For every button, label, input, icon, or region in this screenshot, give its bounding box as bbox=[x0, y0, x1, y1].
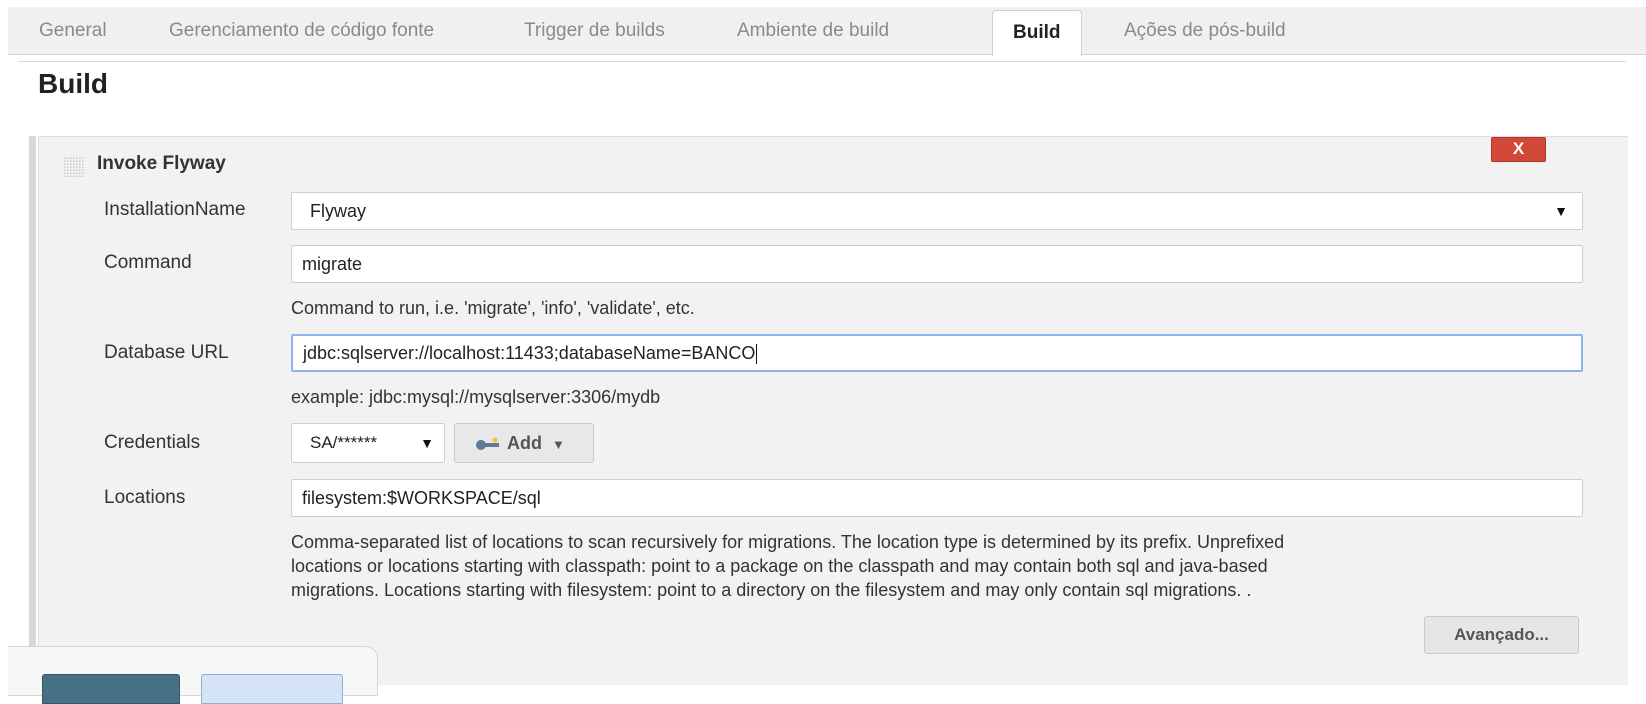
tab-build-environment[interactable]: Ambiente de build bbox=[737, 7, 889, 55]
installation-name-label: InstallationName bbox=[104, 199, 246, 220]
tab-build[interactable]: Build bbox=[992, 10, 1082, 56]
command-label: Command bbox=[104, 252, 192, 273]
tab-general[interactable]: General bbox=[39, 7, 107, 55]
add-credentials-label: Add bbox=[507, 433, 542, 453]
installation-name-value: Flyway bbox=[310, 201, 367, 221]
installation-name-select[interactable]: Flyway ▼ bbox=[291, 192, 1583, 230]
dropdown-arrow-icon: ▼ bbox=[420, 435, 434, 451]
database-url-value: jdbc:sqlserver://localhost:11433;databas… bbox=[303, 343, 756, 363]
save-button[interactable] bbox=[42, 674, 180, 704]
add-credentials-button[interactable]: Add ▼ bbox=[454, 423, 594, 463]
credentials-value: SA/****** bbox=[310, 433, 378, 452]
section-title: Build bbox=[38, 68, 108, 99]
command-value: migrate bbox=[302, 254, 363, 274]
database-url-help: example: jdbc:mysql://mysqlserver:3306/m… bbox=[291, 387, 661, 407]
divider bbox=[18, 61, 1626, 62]
database-url-label: Database URL bbox=[104, 342, 229, 363]
locations-label: Locations bbox=[104, 487, 186, 508]
command-help: Command to run, i.e. 'migrate', 'info', … bbox=[291, 298, 695, 318]
delete-step-button[interactable]: X bbox=[1491, 137, 1546, 162]
database-url-input[interactable]: jdbc:sqlserver://localhost:11433;databas… bbox=[291, 334, 1583, 372]
apply-button[interactable] bbox=[201, 674, 343, 704]
key-icon bbox=[475, 433, 507, 453]
section-left-bar bbox=[29, 136, 36, 685]
tab-build-triggers[interactable]: Trigger de builds bbox=[524, 7, 665, 55]
build-step-title: Invoke Flyway bbox=[97, 153, 226, 174]
credentials-select[interactable]: SA/****** ▼ bbox=[291, 423, 445, 463]
advanced-button[interactable]: Avançado... bbox=[1424, 616, 1579, 654]
chevron-down-icon: ▼ bbox=[552, 437, 565, 452]
locations-value: filesystem:$WORKSPACE/sql bbox=[302, 488, 541, 508]
text-cursor bbox=[756, 344, 758, 365]
drag-handle-icon[interactable] bbox=[64, 156, 84, 178]
command-input[interactable]: migrate bbox=[291, 245, 1583, 283]
locations-input[interactable]: filesystem:$WORKSPACE/sql bbox=[291, 479, 1583, 517]
tab-bar: General Gerenciamento de código fonte Tr… bbox=[8, 7, 1646, 56]
tab-source-code-management[interactable]: Gerenciamento de código fonte bbox=[169, 7, 434, 55]
credentials-label: Credentials bbox=[104, 432, 201, 453]
locations-help-line-3: migrations. Locations starting with file… bbox=[291, 580, 1252, 600]
locations-help-line-1: Comma-separated list of locations to sca… bbox=[291, 532, 1285, 552]
locations-help-line-2: locations or locations starting with cla… bbox=[291, 556, 1268, 576]
dropdown-arrow-icon: ▼ bbox=[1554, 203, 1568, 219]
tab-post-build-actions[interactable]: Ações de pós-build bbox=[1124, 7, 1286, 55]
